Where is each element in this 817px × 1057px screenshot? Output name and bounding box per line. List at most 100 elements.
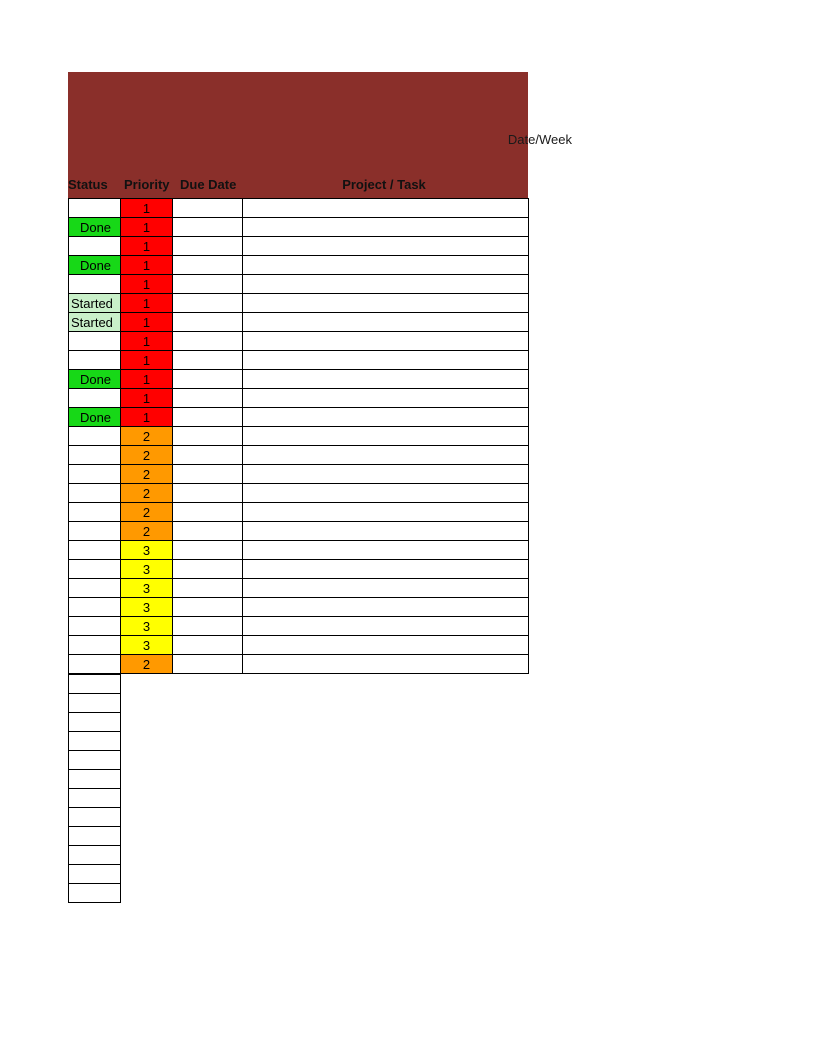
due-date-cell[interactable] xyxy=(173,408,243,427)
due-date-cell[interactable] xyxy=(173,294,243,313)
status-cell[interactable] xyxy=(69,465,121,484)
empty-cell[interactable] xyxy=(69,713,121,732)
table-row[interactable]: Done1 xyxy=(69,408,529,427)
due-date-cell[interactable] xyxy=(173,655,243,674)
empty-cell[interactable] xyxy=(69,827,121,846)
status-cell[interactable] xyxy=(69,560,121,579)
due-date-cell[interactable] xyxy=(173,351,243,370)
due-date-cell[interactable] xyxy=(173,636,243,655)
table-row[interactable]: 2 xyxy=(69,446,529,465)
status-cell[interactable] xyxy=(69,237,121,256)
table-row[interactable]: 1 xyxy=(69,275,529,294)
status-cell[interactable] xyxy=(69,598,121,617)
priority-cell[interactable]: 1 xyxy=(121,351,173,370)
priority-cell[interactable]: 2 xyxy=(121,446,173,465)
due-date-cell[interactable] xyxy=(173,446,243,465)
status-cell[interactable] xyxy=(69,617,121,636)
table-row[interactable]: 3 xyxy=(69,579,529,598)
status-cell[interactable]: Done xyxy=(69,370,121,389)
priority-cell[interactable]: 1 xyxy=(121,256,173,275)
due-date-cell[interactable] xyxy=(173,218,243,237)
due-date-cell[interactable] xyxy=(173,313,243,332)
empty-cell[interactable] xyxy=(69,694,121,713)
due-date-cell[interactable] xyxy=(173,332,243,351)
table-row[interactable]: 3 xyxy=(69,541,529,560)
status-cell[interactable] xyxy=(69,427,121,446)
table-row[interactable] xyxy=(69,865,121,884)
table-row[interactable]: 1 xyxy=(69,332,529,351)
status-cell[interactable] xyxy=(69,446,121,465)
status-cell[interactable] xyxy=(69,199,121,218)
due-date-cell[interactable] xyxy=(173,522,243,541)
table-row[interactable]: 3 xyxy=(69,617,529,636)
table-row[interactable] xyxy=(69,732,121,751)
priority-cell[interactable]: 2 xyxy=(121,655,173,674)
table-row[interactable]: Done1 xyxy=(69,256,529,275)
task-cell[interactable] xyxy=(243,332,529,351)
table-row[interactable]: 3 xyxy=(69,598,529,617)
empty-cell[interactable] xyxy=(69,846,121,865)
empty-cell[interactable] xyxy=(69,884,121,903)
status-cell[interactable] xyxy=(69,522,121,541)
table-row[interactable]: 2 xyxy=(69,465,529,484)
priority-cell[interactable]: 3 xyxy=(121,598,173,617)
priority-cell[interactable]: 1 xyxy=(121,294,173,313)
due-date-cell[interactable] xyxy=(173,541,243,560)
status-cell[interactable] xyxy=(69,484,121,503)
status-cell[interactable] xyxy=(69,503,121,522)
status-cell[interactable]: Done xyxy=(69,408,121,427)
priority-cell[interactable]: 2 xyxy=(121,484,173,503)
task-cell[interactable] xyxy=(243,256,529,275)
task-cell[interactable] xyxy=(243,275,529,294)
table-row[interactable]: 2 xyxy=(69,522,529,541)
due-date-cell[interactable] xyxy=(173,465,243,484)
task-cell[interactable] xyxy=(243,655,529,674)
due-date-cell[interactable] xyxy=(173,484,243,503)
priority-cell[interactable]: 1 xyxy=(121,370,173,389)
status-cell[interactable] xyxy=(69,636,121,655)
status-cell[interactable]: Started xyxy=(69,294,121,313)
status-cell[interactable] xyxy=(69,275,121,294)
due-date-cell[interactable] xyxy=(173,560,243,579)
priority-cell[interactable]: 2 xyxy=(121,522,173,541)
due-date-cell[interactable] xyxy=(173,199,243,218)
table-row[interactable] xyxy=(69,751,121,770)
priority-cell[interactable]: 3 xyxy=(121,617,173,636)
task-cell[interactable] xyxy=(243,617,529,636)
priority-cell[interactable]: 3 xyxy=(121,636,173,655)
priority-cell[interactable]: 1 xyxy=(121,389,173,408)
status-cell[interactable] xyxy=(69,332,121,351)
task-cell[interactable] xyxy=(243,294,529,313)
due-date-cell[interactable] xyxy=(173,598,243,617)
priority-cell[interactable]: 1 xyxy=(121,332,173,351)
empty-cell[interactable] xyxy=(69,865,121,884)
due-date-cell[interactable] xyxy=(173,256,243,275)
due-date-cell[interactable] xyxy=(173,237,243,256)
due-date-cell[interactable] xyxy=(173,370,243,389)
table-row[interactable] xyxy=(69,694,121,713)
table-row[interactable]: Done1 xyxy=(69,370,529,389)
due-date-cell[interactable] xyxy=(173,579,243,598)
priority-cell[interactable]: 2 xyxy=(121,503,173,522)
empty-cell[interactable] xyxy=(69,808,121,827)
task-table[interactable]: 1Done11Done11Started1Started111Done11Don… xyxy=(68,198,529,674)
priority-cell[interactable]: 1 xyxy=(121,237,173,256)
due-date-cell[interactable] xyxy=(173,427,243,446)
priority-cell[interactable]: 3 xyxy=(121,541,173,560)
status-cell[interactable] xyxy=(69,389,121,408)
priority-cell[interactable]: 3 xyxy=(121,579,173,598)
status-cell[interactable]: Started xyxy=(69,313,121,332)
table-row[interactable] xyxy=(69,808,121,827)
priority-cell[interactable]: 1 xyxy=(121,408,173,427)
status-cell[interactable]: Done xyxy=(69,256,121,275)
task-cell[interactable] xyxy=(243,408,529,427)
priority-cell[interactable]: 2 xyxy=(121,465,173,484)
table-row[interactable] xyxy=(69,789,121,808)
table-row[interactable] xyxy=(69,846,121,865)
task-cell[interactable] xyxy=(243,560,529,579)
task-cell[interactable] xyxy=(243,636,529,655)
table-row[interactable]: 2 xyxy=(69,427,529,446)
empty-cell[interactable] xyxy=(69,675,121,694)
task-cell[interactable] xyxy=(243,237,529,256)
task-cell[interactable] xyxy=(243,218,529,237)
